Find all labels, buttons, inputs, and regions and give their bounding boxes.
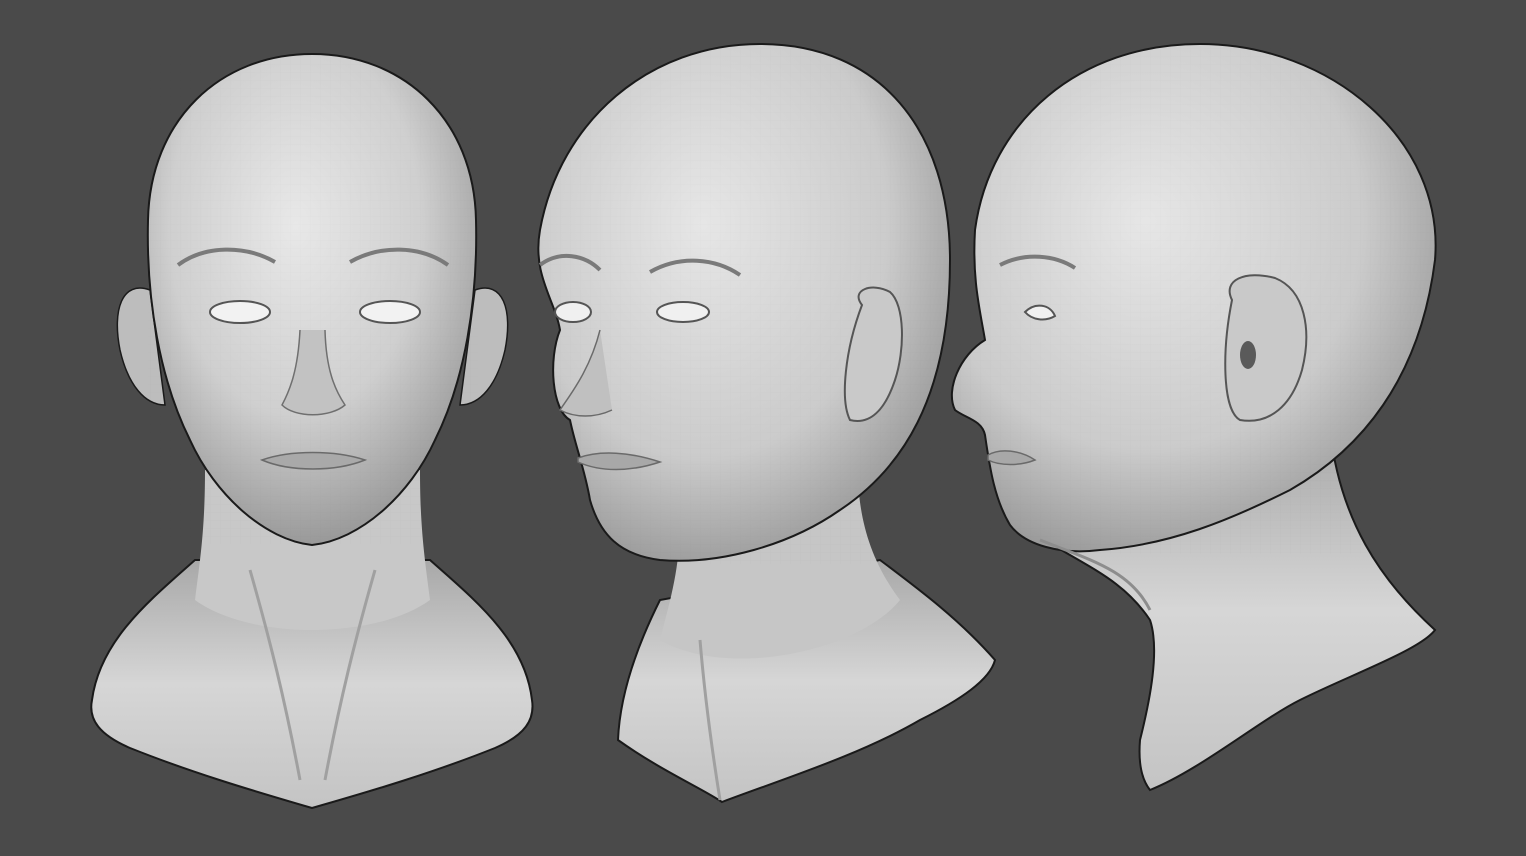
tq-eye-left xyxy=(554,301,592,323)
head-front-view xyxy=(90,52,534,810)
head-profile-view xyxy=(950,42,1440,792)
head-three-quarter-view xyxy=(537,42,997,804)
render-viewport xyxy=(0,0,1526,856)
profile-ear-canal xyxy=(1240,341,1256,369)
front-eye-left xyxy=(209,300,271,324)
front-eye-right xyxy=(359,300,421,324)
tq-eye-right xyxy=(656,301,710,323)
sculpt-render xyxy=(90,42,1440,810)
